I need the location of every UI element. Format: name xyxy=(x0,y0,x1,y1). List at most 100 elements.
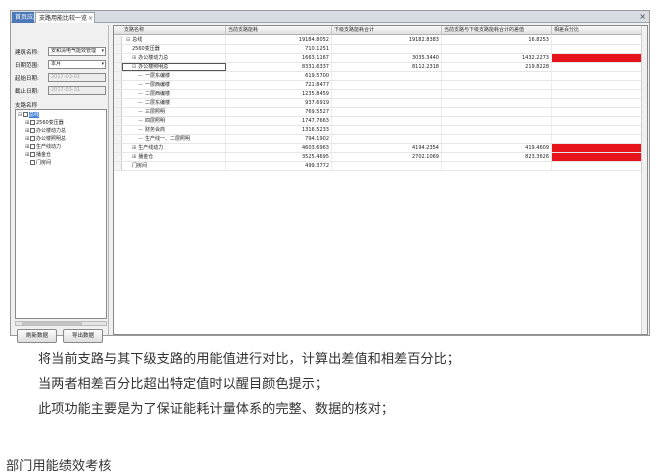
table-row[interactable]: — 二层东编楼 937.6919 xyxy=(114,99,647,108)
tab-home[interactable]: 首页应用 xyxy=(12,12,39,23)
export-button[interactable]: 导出数据 xyxy=(63,329,103,343)
table-row[interactable]: — 三层照明 769.5527 xyxy=(114,108,647,117)
current-cell[interactable]: 8331.6337 xyxy=(226,63,332,71)
expand-icon[interactable]: ⊟ xyxy=(126,37,130,43)
current-cell[interactable]: 1316.5233 xyxy=(226,126,332,134)
current-cell[interactable]: 3525.4695 xyxy=(226,153,332,161)
current-cell[interactable]: 1235.8459 xyxy=(226,90,332,98)
tree-node[interactable]: · 门房间 xyxy=(25,159,51,167)
current-cell[interactable]: 19184.8052 xyxy=(226,36,332,44)
sub-cell[interactable] xyxy=(332,81,442,89)
diff-cell[interactable]: 16.8253 xyxy=(442,36,552,44)
table-scrollbar[interactable] xyxy=(641,26,647,334)
expand-icon[interactable]: — xyxy=(138,127,143,133)
expand-icon[interactable]: ⊞ xyxy=(132,154,136,160)
expand-icon[interactable]: — xyxy=(138,82,143,88)
table-row[interactable]: ⊟办公楼照明总8331.63378112.2318219.82282.63% xyxy=(114,63,647,72)
diff-cell[interactable]: 1432.2273 xyxy=(442,54,552,62)
branch-name-cell[interactable]: — 四层照明 xyxy=(122,117,226,125)
expand-icon[interactable]: ⊞ xyxy=(132,145,136,151)
diff-cell[interactable] xyxy=(442,81,552,89)
current-cell[interactable]: 1663.1167 xyxy=(226,54,332,62)
current-cell[interactable]: 1747.7663 xyxy=(226,117,332,125)
sub-cell[interactable]: 2702.1069 xyxy=(332,153,442,161)
branch-name-cell[interactable]: 2560变压器 xyxy=(122,45,226,53)
row-indicator[interactable] xyxy=(114,117,122,125)
current-cell[interactable]: 4603.6963 xyxy=(226,144,332,152)
current-cell[interactable]: 721.8477 xyxy=(226,81,332,89)
branch-name-cell[interactable]: ⊞ 办公楼动力总 xyxy=(122,54,226,62)
diff-cell[interactable] xyxy=(442,45,552,53)
current-cell[interactable]: 937.6919 xyxy=(226,99,332,107)
pct-cell[interactable] xyxy=(552,144,647,152)
pct-cell[interactable] xyxy=(552,90,647,98)
tree-node[interactable]: ⊞ 播金仓 xyxy=(25,151,51,159)
column-header[interactable]: 相差百分比 xyxy=(552,26,647,35)
diff-cell[interactable] xyxy=(442,99,552,107)
row-indicator[interactable] xyxy=(114,90,122,98)
row-indicator[interactable] xyxy=(114,126,122,134)
table-row[interactable]: 2560变压器 710.1251 xyxy=(114,45,647,54)
tree-scrollbar[interactable] xyxy=(15,321,107,326)
tab-close-icon[interactable]: × xyxy=(88,13,93,24)
table-row[interactable]: ⊟总线19184.805219182.838316.8253-16% xyxy=(114,36,647,45)
diff-cell[interactable] xyxy=(442,72,552,80)
sub-cell[interactable]: 4194.2354 xyxy=(332,144,442,152)
row-indicator[interactable] xyxy=(114,63,122,71)
sub-cell[interactable]: 19182.8383 xyxy=(332,36,442,44)
sub-cell[interactable] xyxy=(332,108,442,116)
pct-cell[interactable] xyxy=(552,108,647,116)
diff-cell[interactable] xyxy=(442,162,552,170)
table-row[interactable]: — 二层西编楼 1235.8459 xyxy=(114,90,647,99)
expand-icon[interactable]: ⊞ xyxy=(132,55,136,61)
pct-cell[interactable]: 2.63% xyxy=(552,63,647,71)
end-date-field[interactable]: 2017-03-31 xyxy=(48,86,106,95)
tree-node-root[interactable]: ⊟ 总线 xyxy=(18,111,40,119)
column-header[interactable]: 支路名称 xyxy=(122,26,226,35)
tree-node[interactable]: ⊞ 办公楼照明总 xyxy=(25,135,66,143)
branch-name-cell[interactable]: — 生产线一、二层照明 xyxy=(122,135,226,143)
row-indicator[interactable] xyxy=(114,54,122,62)
row-indicator[interactable] xyxy=(114,135,122,143)
row-indicator[interactable] xyxy=(114,162,122,170)
row-indicator[interactable] xyxy=(114,81,122,89)
branch-name-cell[interactable]: — 二层东编楼 xyxy=(122,99,226,107)
branch-name-cell[interactable]: 门房间 xyxy=(122,162,226,170)
branch-name-cell[interactable]: ⊟ 办公楼照明总 xyxy=(122,63,226,71)
expand-icon[interactable]: — xyxy=(138,100,143,106)
pct-cell[interactable]: -16% xyxy=(552,36,647,44)
tree-node[interactable]: ⊞ 2560变压器 xyxy=(25,119,64,127)
pct-cell[interactable] xyxy=(552,99,647,107)
row-indicator[interactable] xyxy=(114,144,122,152)
table-row[interactable]: — 财务会商 1316.5233 xyxy=(114,126,647,135)
table-row[interactable]: — 四层照明 1747.7663 xyxy=(114,117,647,126)
table-row[interactable]: — 一层西编楼 721.8477 xyxy=(114,81,647,90)
branch-name-cell[interactable]: ⊞ 生产线动力 xyxy=(122,144,226,152)
branch-name-cell[interactable]: — 财务会商 xyxy=(122,126,226,134)
building-select[interactable]: 安和清电气能效管理 ▾ xyxy=(48,47,106,56)
pct-cell[interactable] xyxy=(552,126,647,134)
period-select[interactable]: 本月 ▾ xyxy=(48,60,106,69)
window-close-icon[interactable]: × xyxy=(639,11,646,23)
diff-cell[interactable]: 823.3626 xyxy=(442,153,552,161)
diff-cell[interactable] xyxy=(442,90,552,98)
diff-cell[interactable] xyxy=(442,126,552,134)
row-indicator[interactable] xyxy=(114,36,122,44)
branch-tree[interactable]: ⊟ 总线 ⊞ 2560变压器 ⊞ 办公楼动力总 ⊞ 办公楼照明总 ⊞ 生产线动力 ⊞ 播金仓… xyxy=(15,109,107,319)
column-header[interactable]: 当前支路与下级支路能耗合计的差值 xyxy=(442,26,552,35)
column-header[interactable]: 当前支路能耗 xyxy=(226,26,332,35)
start-date-field[interactable]: 2017-03-01 xyxy=(48,73,106,82)
current-cell[interactable]: 769.5527 xyxy=(226,108,332,116)
table-row[interactable]: ⊞ 生产线动力 4603.6963 4194.2354 419.4609 xyxy=(114,144,647,153)
branch-name-cell[interactable]: ⊟ 总线 xyxy=(122,36,226,44)
diff-cell[interactable] xyxy=(442,108,552,116)
expand-icon[interactable]: — xyxy=(138,73,143,79)
sub-cell[interactable] xyxy=(332,126,442,134)
sub-cell[interactable] xyxy=(332,135,442,143)
sub-cell[interactable] xyxy=(332,162,442,170)
sub-cell[interactable] xyxy=(332,117,442,125)
diff-cell[interactable] xyxy=(442,117,552,125)
expand-icon[interactable]: — xyxy=(138,118,143,124)
sub-cell[interactable] xyxy=(332,90,442,98)
table-row[interactable]: ⊞ 播金仓 3525.4695 2702.1069 823.3626 xyxy=(114,153,647,162)
